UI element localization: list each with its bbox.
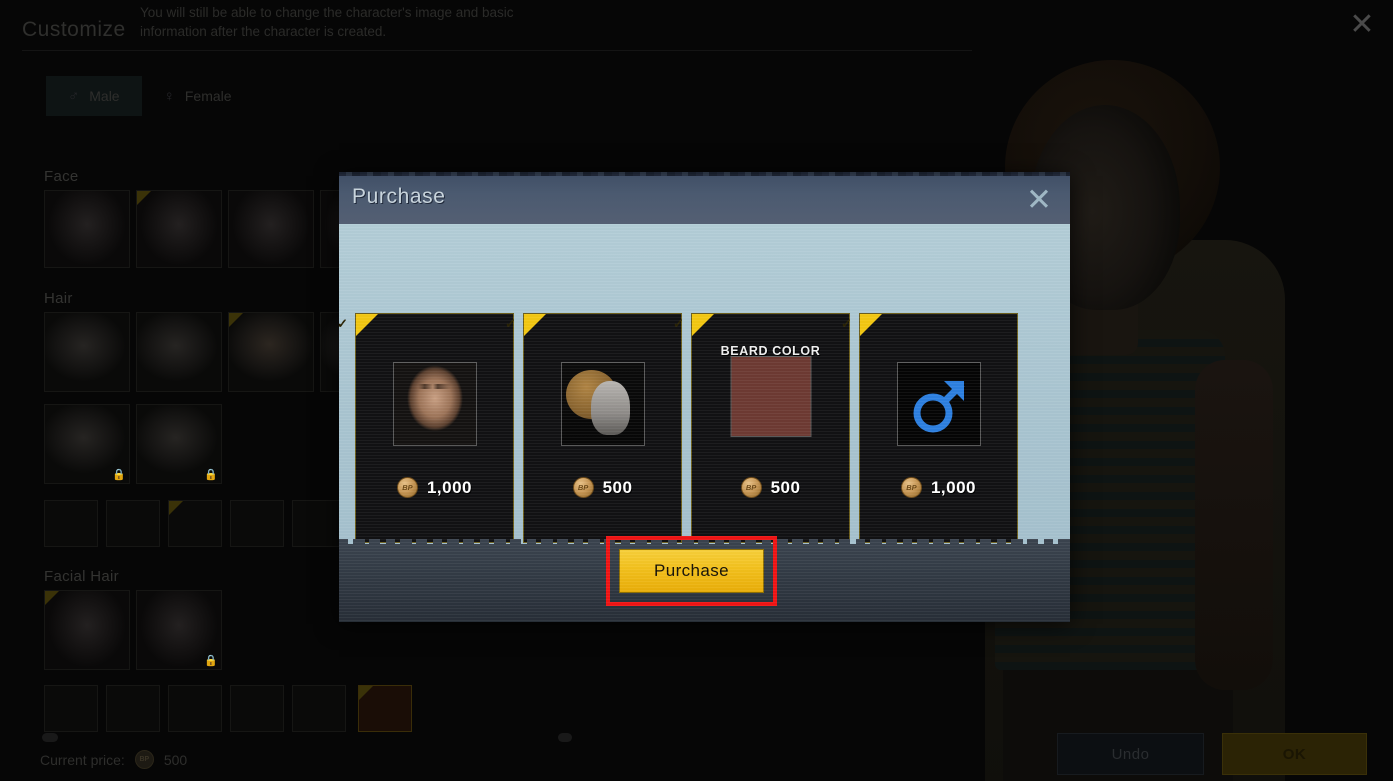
category-label-facial-hair: Facial Hair xyxy=(44,568,119,585)
purchase-item-gender[interactable]: ✓ BP 1,000 xyxy=(841,313,1018,543)
page-title: Customize xyxy=(22,18,126,41)
scrollbar-handle-left[interactable] xyxy=(42,733,58,742)
purchase-item-price-value: 500 xyxy=(770,477,801,497)
thumb-hair-5[interactable]: 🔒 xyxy=(44,404,130,484)
male-symbol-icon: ♂ xyxy=(68,87,80,105)
swatch-beard-color-2[interactable] xyxy=(106,685,160,732)
category-label-hair: Hair xyxy=(44,290,73,307)
thumb-face-1[interactable] xyxy=(44,190,130,268)
bp-coin-icon: BP xyxy=(900,477,922,498)
swatch-beard-color-4[interactable] xyxy=(230,685,284,732)
purchase-item-price-value: 500 xyxy=(602,477,633,497)
ok-button[interactable]: OK xyxy=(1222,733,1367,775)
lock-icon: 🔒 xyxy=(112,469,126,481)
checkmark-icon: ✓ xyxy=(673,314,714,336)
current-price-value: 500 xyxy=(163,751,188,768)
purchase-item-face[interactable]: ✓ BP 1,000 xyxy=(339,313,514,543)
checkmark-icon: ✓ xyxy=(841,314,882,336)
swatch-beard-color-5[interactable] xyxy=(292,685,346,732)
swatch-hair-color-2[interactable] xyxy=(106,500,160,547)
purchase-item-price-value: 1,000 xyxy=(930,477,977,497)
purchase-item-thumbnail xyxy=(896,362,981,446)
female-symbol-icon: ♀ xyxy=(163,87,175,105)
selected-corner-icon: ✓ xyxy=(169,501,183,515)
swatch-hair-color-5[interactable] xyxy=(292,500,346,547)
purchase-item-beard-color[interactable]: ✓ BEARD COLOR BP 500 xyxy=(673,313,850,543)
purchase-item-thumbnail xyxy=(730,356,811,437)
character-arm xyxy=(1195,360,1273,690)
swatch-hair-color-1[interactable] xyxy=(44,500,98,547)
purchase-item-price: BP 500 xyxy=(524,477,681,498)
checkmark-icon: ✓ xyxy=(339,314,378,336)
thumb-face-3[interactable] xyxy=(228,190,314,268)
thumb-face-2[interactable]: ✓ xyxy=(136,190,222,268)
dialog-close-icon[interactable]: ✕ xyxy=(1022,182,1056,216)
undo-button[interactable]: Undo xyxy=(1057,733,1204,775)
tab-female[interactable]: ♀ Female xyxy=(142,76,254,116)
lock-icon: 🔒 xyxy=(204,469,218,481)
checkmark-icon: ✓ xyxy=(505,314,546,336)
selected-corner-icon: ✓ xyxy=(229,313,243,327)
purchase-item-hair[interactable]: ✓ BP 500 xyxy=(505,313,682,543)
purchase-item-price: BP 1,000 xyxy=(860,477,1017,498)
tab-male[interactable]: ♂ Male xyxy=(46,76,142,116)
swatch-hair-color-3[interactable]: ✓ xyxy=(168,500,222,547)
thumb-hair-3[interactable]: ✓ xyxy=(228,312,314,392)
lock-icon: 🔒 xyxy=(204,655,218,667)
purchase-item-thumbnail xyxy=(392,362,477,446)
swatch-hair-color-4[interactable] xyxy=(230,500,284,547)
dialog-header: Purchase ✕ xyxy=(339,172,1070,224)
close-icon[interactable]: ✕ xyxy=(1345,8,1379,42)
thumb-facial-hair-1[interactable]: ✓ xyxy=(44,590,130,670)
purchase-button-highlight: Purchase xyxy=(606,536,777,606)
purchase-item-price: BP 1,000 xyxy=(356,477,513,498)
gender-tabs: ♂ Male ♀ Female xyxy=(46,76,254,116)
dialog-footer: Purchase xyxy=(339,536,1070,622)
thumb-hair-6[interactable]: 🔒 xyxy=(136,404,222,484)
male-symbol-icon xyxy=(897,363,980,445)
scrollbar-handle-center[interactable] xyxy=(558,733,572,742)
swatch-beard-color-1[interactable] xyxy=(44,685,98,732)
selected-corner-icon: ✓ xyxy=(137,191,151,205)
bp-coin-icon: BP xyxy=(396,477,418,498)
purchase-dialog: Purchase ✕ ✓ BP 1,000 ✓ BP 500 ✓ BEARD C… xyxy=(339,172,1070,622)
current-price-label: Current price: xyxy=(40,751,125,768)
tab-male-label: Male xyxy=(89,88,120,104)
bp-coin-icon: BP xyxy=(134,750,154,769)
character-customize-screen: Customize You will still be able to chan… xyxy=(0,0,1393,781)
thumb-hair-1[interactable] xyxy=(44,312,130,392)
purchase-button[interactable]: Purchase xyxy=(619,549,764,593)
category-label-face: Face xyxy=(44,168,79,185)
dialog-title: Purchase xyxy=(352,185,446,208)
bp-coin-icon: BP xyxy=(572,477,594,498)
dialog-body: ✓ BP 1,000 ✓ BP 500 ✓ BEARD COLOR BP 500… xyxy=(339,224,1070,622)
purchase-item-price-value: 1,000 xyxy=(426,477,473,497)
swatch-beard-color-6[interactable]: ✓ xyxy=(358,685,412,732)
hair-afro-icon xyxy=(561,363,644,445)
selected-corner-icon: ✓ xyxy=(359,686,373,700)
swatch-beard-color-3[interactable] xyxy=(168,685,222,732)
thumb-hair-2[interactable] xyxy=(136,312,222,392)
face-portrait-icon xyxy=(393,363,476,445)
purchase-item-price: BP 500 xyxy=(692,477,849,498)
tab-female-label: Female xyxy=(184,88,232,104)
page-note: You will still be able to change the cha… xyxy=(140,5,514,39)
current-price: Current price: BP 500 xyxy=(40,750,187,769)
selected-corner-icon: ✓ xyxy=(45,591,59,605)
bp-coin-icon: BP xyxy=(740,477,762,498)
purchase-item-list: ✓ BP 1,000 ✓ BP 500 ✓ BEARD COLOR BP 500… xyxy=(339,313,1018,543)
purchase-item-thumbnail xyxy=(560,362,645,446)
color-swatch-icon xyxy=(731,357,810,436)
header-divider xyxy=(22,50,972,51)
thumb-facial-hair-2[interactable]: 🔒 xyxy=(136,590,222,670)
